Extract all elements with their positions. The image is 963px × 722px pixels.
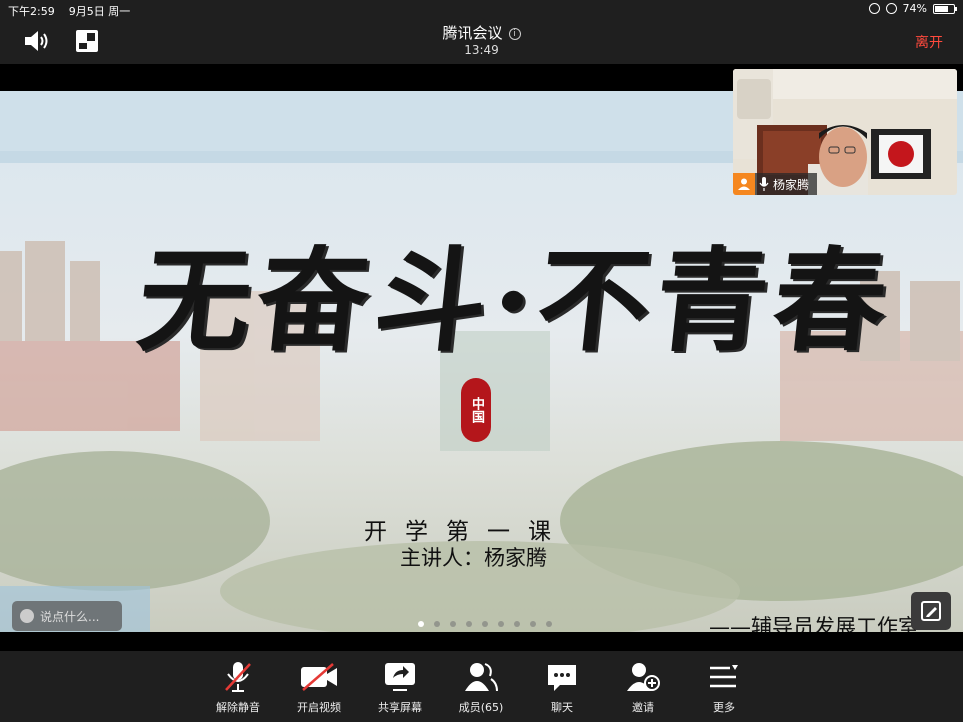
meeting-title-text: 腾讯会议 — [442, 24, 503, 42]
participant-video-tile[interactable]: 杨家腾 — [733, 69, 957, 195]
invite-button[interactable]: 邀请 — [611, 659, 675, 715]
more-label: 更多 — [713, 701, 735, 714]
microphone-muted-icon — [225, 662, 251, 692]
page-indicator[interactable] — [418, 621, 552, 627]
members-icon — [465, 663, 498, 692]
members-label: 成员(65) — [458, 701, 504, 714]
page-dot[interactable] — [434, 621, 440, 627]
page-dot[interactable] — [418, 621, 424, 627]
participant-name-bar: 杨家腾 — [733, 173, 818, 195]
course-title: 开学第一课 — [364, 519, 569, 545]
camera-off-icon — [301, 663, 337, 691]
chat-button[interactable]: 聊天 — [530, 659, 594, 715]
chat-icon — [548, 665, 576, 691]
start-video-label: 开启视频 — [297, 701, 341, 714]
annotate-button[interactable] — [911, 592, 951, 630]
meeting-toolbar: 解除静音 开启视频 共享屏幕 成员(65) 聊天 邀请 更多 — [0, 651, 963, 722]
status-date: 9月5日 周一 — [68, 5, 131, 18]
meeting-header: 腾讯会议 i 13:49 离开 — [0, 20, 963, 64]
studio-credit: ——辅导员发展工作室 — [709, 615, 919, 632]
meeting-title[interactable]: 腾讯会议 i — [0, 22, 963, 43]
avatar — [733, 173, 755, 195]
location-icon — [885, 3, 897, 14]
share-screen-label: 共享屏幕 — [378, 701, 422, 714]
status-time-date: 下午2:59 9月5日 周一 — [8, 3, 130, 19]
share-screen-button[interactable]: 共享屏幕 — [368, 659, 432, 715]
battery-fill — [935, 5, 948, 12]
red-seal: 中国 — [461, 378, 491, 442]
page-dot[interactable] — [498, 621, 504, 627]
members-button[interactable]: 成员(65) — [449, 659, 513, 715]
meeting-timer: 13:49 — [464, 43, 499, 57]
page-dot[interactable] — [482, 621, 488, 627]
page-dot[interactable] — [530, 621, 536, 627]
more-menu-icon — [710, 665, 738, 688]
battery-icon — [933, 3, 957, 14]
page-dot[interactable] — [546, 621, 552, 627]
leave-button[interactable]: 离开 — [915, 32, 943, 52]
chat-placeholder: 说点什么... — [40, 609, 100, 624]
page-dot[interactable] — [450, 621, 456, 627]
chat-quick-input[interactable]: 说点什么... — [12, 601, 122, 631]
unmute-button[interactable]: 解除静音 — [206, 659, 270, 715]
status-bar: 下午2:59 9月5日 周一 74% — [0, 0, 963, 20]
add-person-icon — [627, 663, 660, 691]
orientation-lock-icon — [868, 3, 880, 14]
person-icon — [738, 178, 750, 190]
more-button[interactable]: 更多 — [692, 659, 756, 715]
microphone-icon — [759, 177, 769, 191]
page-dot[interactable] — [514, 621, 520, 627]
participant-name: 杨家腾 — [773, 177, 810, 192]
invite-label: 邀请 — [632, 701, 654, 714]
annotate-icon — [921, 601, 941, 621]
chat-label: 聊天 — [551, 701, 573, 714]
unmute-label: 解除静音 — [216, 701, 260, 714]
share-screen-icon — [385, 663, 415, 691]
status-time: 下午2:59 — [8, 5, 55, 18]
battery-percent: 74% — [902, 2, 927, 15]
participant-label: 杨家腾 — [755, 173, 818, 195]
slide-headline: 无奋斗·不青春 — [132, 236, 899, 367]
lecturer-name: 主讲人：杨家腾 — [400, 546, 547, 570]
start-video-button[interactable]: 开启视频 — [287, 659, 351, 715]
emoji-icon[interactable] — [20, 609, 34, 623]
status-indicators: 74% — [868, 2, 957, 15]
info-icon[interactable]: i — [508, 28, 521, 40]
page-dot[interactable] — [466, 621, 472, 627]
